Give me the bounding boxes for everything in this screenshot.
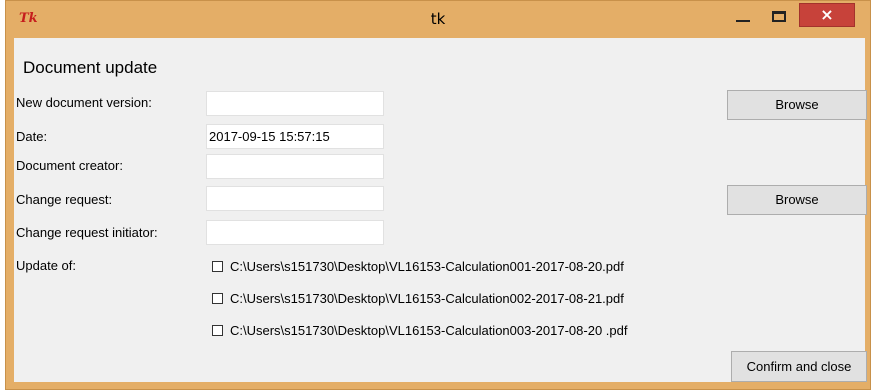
checkbox-icon[interactable] bbox=[212, 293, 223, 304]
new-document-version-label: New document version: bbox=[16, 95, 152, 110]
update-file-path[interactable]: C:\Users\s151730\Desktop\VL16153-Calcula… bbox=[230, 291, 624, 307]
update-file-path[interactable]: C:\Users\s151730\Desktop\VL16153-Calcula… bbox=[230, 323, 627, 339]
app-window: Tk tk × Document update New document ver… bbox=[5, 0, 871, 390]
update-of-label: Update of: bbox=[16, 258, 76, 273]
change-request-initiator-input[interactable] bbox=[206, 220, 384, 245]
minimize-icon bbox=[736, 20, 750, 22]
browse-version-button[interactable]: Browse bbox=[727, 90, 867, 120]
close-icon: × bbox=[820, 5, 834, 24]
update-file-path[interactable]: C:\Users\s151730\Desktop\VL16153-Calcula… bbox=[230, 259, 624, 275]
minimize-button[interactable] bbox=[726, 3, 761, 31]
close-button[interactable]: × bbox=[799, 3, 855, 27]
date-label: Date: bbox=[16, 129, 48, 144]
change-request-initiator-label: Change request initiator: bbox=[16, 225, 158, 240]
date-input[interactable]: 2017-09-15 15:57:15 bbox=[206, 124, 384, 149]
document-creator-input[interactable] bbox=[206, 154, 384, 179]
checkbox-icon[interactable] bbox=[212, 325, 223, 336]
form-area: Document update New document version: Da… bbox=[14, 38, 867, 382]
document-creator-label: Document creator: bbox=[16, 158, 123, 173]
checkbox-icon[interactable] bbox=[212, 261, 223, 272]
form-heading: Document update bbox=[23, 58, 158, 77]
title-bar[interactable]: Tk tk × bbox=[6, 1, 870, 38]
change-request-input[interactable] bbox=[206, 186, 384, 211]
maximize-button[interactable] bbox=[762, 3, 797, 31]
new-document-version-input[interactable] bbox=[206, 91, 384, 116]
maximize-icon bbox=[772, 11, 786, 22]
browse-change-request-button[interactable]: Browse bbox=[727, 185, 867, 215]
confirm-and-close-button[interactable]: Confirm and close bbox=[731, 351, 867, 382]
change-request-label: Change request: bbox=[16, 192, 113, 207]
